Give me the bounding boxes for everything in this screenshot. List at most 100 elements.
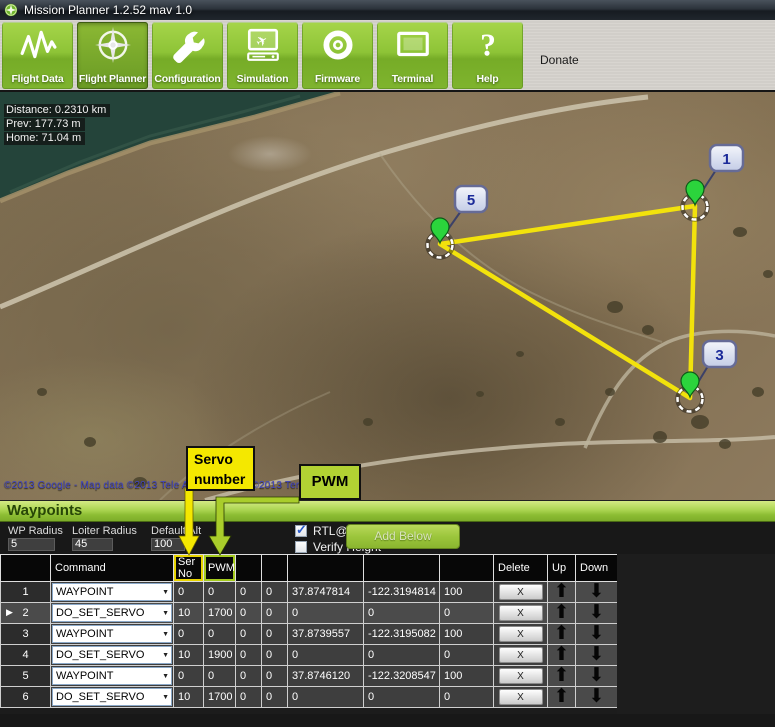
param-cell[interactable]: 1700 xyxy=(204,687,236,708)
command-dropdown[interactable]: DO_SET_SERVO▼ xyxy=(52,604,172,622)
param-cell[interactable]: 0 xyxy=(236,624,262,645)
param-cell[interactable]: 0 xyxy=(236,603,262,624)
param-cell[interactable]: 37.8746120 xyxy=(288,666,364,687)
map-view[interactable]: 1 5 3 xyxy=(0,92,775,500)
param-cell[interactable]: 0 xyxy=(262,666,288,687)
param-cell[interactable]: 0 xyxy=(174,666,204,687)
row-header[interactable]: ▶2 xyxy=(1,603,51,624)
param-cell[interactable]: 0 xyxy=(262,645,288,666)
param-cell[interactable]: 0 xyxy=(262,624,288,645)
param-cell[interactable]: 37.8739557 xyxy=(288,624,364,645)
param-cell[interactable]: 10 xyxy=(174,645,204,666)
row-header[interactable]: 5 xyxy=(1,666,51,687)
delete-row-button[interactable]: X xyxy=(499,689,543,705)
waypoint-marker[interactable]: 3 xyxy=(678,341,737,412)
param-cell[interactable]: 0 xyxy=(236,582,262,603)
param-cell[interactable]: 0 xyxy=(288,687,364,708)
command-dropdown[interactable]: DO_SET_SERVO▼ xyxy=(52,688,172,706)
waypoint-label[interactable]: 3 xyxy=(703,341,736,367)
field-input[interactable]: 45 xyxy=(72,538,113,551)
table-row: 4DO_SET_SERVO▼10190000000X⬆⬇ xyxy=(1,645,618,666)
checkbox[interactable] xyxy=(295,541,307,553)
param-cell[interactable]: 0 xyxy=(236,666,262,687)
param-cell[interactable]: 0 xyxy=(262,687,288,708)
add-below-button[interactable]: Add Below xyxy=(346,524,460,549)
param-cell[interactable]: 0 xyxy=(174,624,204,645)
param-cell[interactable]: 0 xyxy=(174,582,204,603)
toolbar-button-flight-data[interactable]: Flight Data xyxy=(2,22,73,89)
row-header[interactable]: 6 xyxy=(1,687,51,708)
move-up-button[interactable]: ⬆ xyxy=(548,666,576,687)
param-cell[interactable]: 0 xyxy=(204,624,236,645)
waypoint-marker[interactable]: 5 xyxy=(428,186,488,258)
move-down-button[interactable]: ⬇ xyxy=(576,603,618,624)
param-cell[interactable]: 0 xyxy=(440,687,494,708)
field-input[interactable]: 5 xyxy=(8,538,55,551)
toolbar-button-terminal[interactable]: Terminal xyxy=(377,22,448,89)
waypoints-header: Waypoints xyxy=(0,500,775,522)
move-up-button[interactable]: ⬆ xyxy=(548,582,576,603)
command-dropdown[interactable]: DO_SET_SERVO▼ xyxy=(52,646,172,664)
delete-row-button[interactable]: X xyxy=(499,626,543,642)
param-cell[interactable]: 0 xyxy=(364,603,440,624)
table-row: 6DO_SET_SERVO▼10170000000X⬆⬇ xyxy=(1,687,618,708)
move-down-button[interactable]: ⬇ xyxy=(576,582,618,603)
home-text: Home: 71.04 m xyxy=(4,132,85,145)
command-dropdown[interactable]: WAYPOINT▼ xyxy=(52,625,172,643)
param-cell[interactable]: 0 xyxy=(204,582,236,603)
move-down-button[interactable]: ⬇ xyxy=(576,624,618,645)
waypoint-pin-icon xyxy=(686,180,704,205)
delete-row-button[interactable]: X xyxy=(499,584,543,600)
param-cell[interactable]: 10 xyxy=(174,603,204,624)
compass-icon xyxy=(94,26,132,64)
delete-row-button[interactable]: X xyxy=(499,668,543,684)
param-cell[interactable]: 0 xyxy=(236,687,262,708)
param-cell[interactable]: -122.3194814 xyxy=(364,582,440,603)
toolbar-button-flight-planner[interactable]: Flight Planner xyxy=(77,22,148,89)
param-cell[interactable]: 100 xyxy=(440,582,494,603)
param-cell[interactable]: 10 xyxy=(174,687,204,708)
param-cell[interactable]: 100 xyxy=(440,624,494,645)
toolbar-button-simulation[interactable]: ✈ Simulation xyxy=(227,22,298,89)
move-down-button[interactable]: ⬇ xyxy=(576,666,618,687)
param-cell[interactable]: 0 xyxy=(262,582,288,603)
command-dropdown[interactable]: WAYPOINT▼ xyxy=(52,583,172,601)
row-header[interactable]: 4 xyxy=(1,645,51,666)
donate-link[interactable]: Donate xyxy=(540,53,579,67)
param-cell[interactable]: 1700 xyxy=(204,603,236,624)
move-up-button[interactable]: ⬆ xyxy=(548,687,576,708)
waypoint-label[interactable]: 1 xyxy=(710,145,743,171)
waypoint-label[interactable]: 5 xyxy=(455,186,487,212)
param-cell[interactable]: 100 xyxy=(440,666,494,687)
param-cell[interactable]: 0 xyxy=(262,603,288,624)
waypoint-number: 5 xyxy=(467,192,475,209)
move-down-button[interactable]: ⬇ xyxy=(576,687,618,708)
row-header[interactable]: 3 xyxy=(1,624,51,645)
param-cell[interactable]: 0 xyxy=(288,645,364,666)
toolbar-button-firmware[interactable]: Firmware xyxy=(302,22,373,89)
move-up-button[interactable]: ⬆ xyxy=(548,624,576,645)
command-dropdown[interactable]: WAYPOINT▼ xyxy=(52,667,172,685)
delete-row-button[interactable]: X xyxy=(499,647,543,663)
param-cell[interactable]: 0 xyxy=(364,645,440,666)
param-cell[interactable]: -122.3208547 xyxy=(364,666,440,687)
param-cell[interactable]: 1900 xyxy=(204,645,236,666)
checkbox[interactable]: ✓ xyxy=(295,525,307,537)
param-cell[interactable]: 0 xyxy=(236,645,262,666)
param-cell[interactable]: 0 xyxy=(204,666,236,687)
param-cell[interactable]: 0 xyxy=(440,645,494,666)
toolbar-button-help[interactable]: ? Help xyxy=(452,22,523,89)
param-cell[interactable]: 0 xyxy=(440,603,494,624)
toolbar-button-configuration[interactable]: Configuration xyxy=(152,22,223,89)
field-input[interactable]: 100 xyxy=(151,538,185,551)
param-cell[interactable]: 0 xyxy=(364,687,440,708)
param-cell[interactable]: 37.8747814 xyxy=(288,582,364,603)
move-up-button[interactable]: ⬆ xyxy=(548,645,576,666)
move-up-button[interactable]: ⬆ xyxy=(548,603,576,624)
param-cell[interactable]: 0 xyxy=(288,603,364,624)
delete-row-button[interactable]: X xyxy=(499,605,543,621)
column-header-blank xyxy=(440,555,494,582)
param-cell[interactable]: -122.3195082 xyxy=(364,624,440,645)
row-header[interactable]: 1 xyxy=(1,582,51,603)
move-down-button[interactable]: ⬇ xyxy=(576,645,618,666)
